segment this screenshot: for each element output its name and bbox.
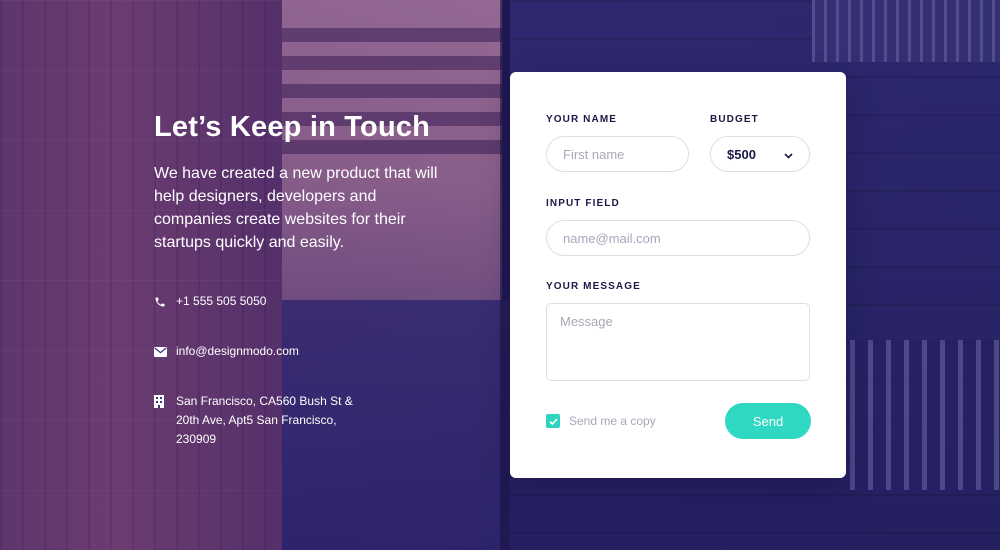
email-address: info@designmodo.com bbox=[176, 344, 299, 358]
input-field-label: INPUT FIELD bbox=[546, 198, 620, 209]
envelope-icon bbox=[154, 342, 176, 361]
contact-info: Let’s Keep in Touch We have created a ne… bbox=[154, 108, 454, 446]
send-copy-option[interactable]: Send me a copy bbox=[546, 414, 656, 428]
contact-address: San Francisco, CA560 Bush St & 20th Ave,… bbox=[154, 392, 366, 449]
phone-number: +1 555 505 5050 bbox=[176, 294, 267, 308]
budget-value: $500 bbox=[727, 146, 756, 162]
message-textarea[interactable] bbox=[546, 303, 810, 381]
send-button[interactable]: Send bbox=[725, 403, 811, 439]
name-input[interactable] bbox=[546, 136, 689, 172]
check-icon bbox=[548, 417, 558, 425]
phone-icon bbox=[154, 292, 176, 311]
send-copy-label: Send me a copy bbox=[569, 414, 656, 428]
name-label: YOUR NAME bbox=[546, 114, 618, 125]
contact-form: YOUR NAME BUDGET $500 INPUT FIELD YOUR M… bbox=[510, 72, 846, 478]
intro-description: We have created a new product that will … bbox=[154, 165, 438, 251]
message-label: YOUR MESSAGE bbox=[546, 281, 641, 292]
background-photo bbox=[0, 0, 1000, 550]
email-field[interactable] bbox=[546, 220, 810, 256]
chevron-down-icon bbox=[784, 147, 793, 162]
budget-label: BUDGET bbox=[710, 114, 759, 125]
contact-email: info@designmodo.com bbox=[154, 342, 366, 361]
send-copy-checkbox[interactable] bbox=[546, 414, 560, 428]
postal-address: San Francisco, CA560 Bush St & 20th Ave,… bbox=[176, 394, 353, 446]
color-overlay bbox=[0, 0, 1000, 550]
budget-select[interactable]: $500 bbox=[710, 136, 810, 172]
contact-phone: +1 555 505 5050 bbox=[154, 292, 366, 311]
building-icon bbox=[154, 392, 176, 411]
page-title: Let’s Keep in Touch bbox=[154, 111, 431, 143]
